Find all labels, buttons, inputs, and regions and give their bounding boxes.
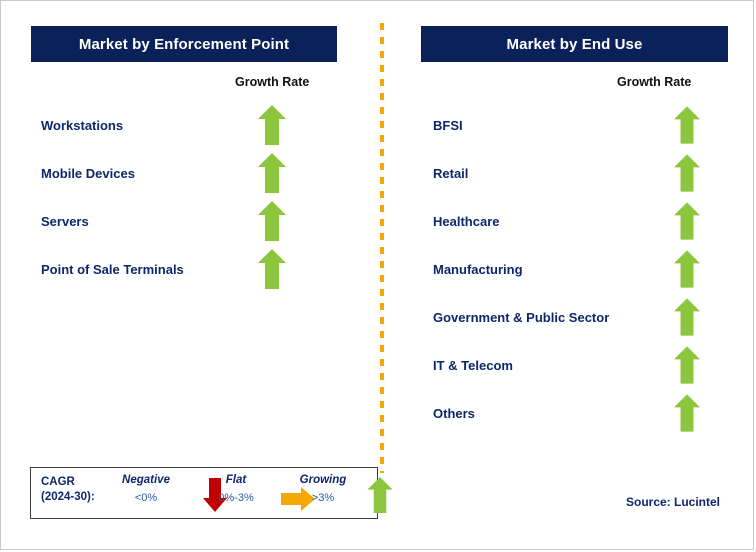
arrow-up-icon bbox=[258, 201, 286, 241]
infographic-canvas: Market by Enforcement Point Growth Rate … bbox=[0, 0, 754, 550]
legend-title-line2: (2024-30): bbox=[41, 491, 95, 503]
arrow-up-icon bbox=[674, 106, 700, 144]
legend-range-flat: 0%-3% bbox=[218, 492, 254, 504]
list-item: Workstations bbox=[1, 101, 369, 149]
list-item: BFSI bbox=[391, 101, 755, 149]
row-list-enforcement-point: Workstations Mobile Devices Servers Poin… bbox=[1, 101, 369, 293]
segment-label: Mobile Devices bbox=[41, 165, 135, 181]
legend-range-growing: >3% bbox=[311, 492, 335, 504]
growth-rate-column-header-left: Growth Rate bbox=[235, 75, 310, 89]
arrow-up-icon bbox=[674, 202, 700, 240]
vertical-dashed-divider bbox=[380, 23, 384, 473]
panel-header-enforcement-point: Market by Enforcement Point bbox=[31, 26, 337, 62]
source-attribution: Source: Lucintel bbox=[626, 495, 721, 509]
segment-label: BFSI bbox=[433, 117, 463, 133]
segment-label: Healthcare bbox=[433, 213, 500, 229]
legend-label-flat: Flat bbox=[225, 474, 247, 486]
arrow-up-icon bbox=[258, 249, 286, 289]
segment-label: Government & Public Sector bbox=[433, 309, 610, 325]
list-item: Servers bbox=[1, 197, 369, 245]
segment-label: Others bbox=[433, 405, 475, 421]
legend-label-negative: Negative bbox=[122, 474, 170, 486]
row-list-end-use: BFSI Retail Healthcare Manufacturing Gov… bbox=[391, 101, 755, 437]
list-item: Manufacturing bbox=[391, 245, 755, 293]
list-item: Point of Sale Terminals bbox=[1, 245, 369, 293]
legend-title: CAGR (2024-30): bbox=[41, 475, 95, 505]
panel-end-use: Market by End Use Growth Rate BFSI Retai… bbox=[391, 1, 755, 549]
legend-item-negative: Negative <0% bbox=[111, 473, 181, 506]
list-item: Retail bbox=[391, 149, 755, 197]
legend-item-growing: Growing >3% bbox=[288, 473, 358, 506]
legend-label-growing: Growing bbox=[299, 474, 347, 486]
list-item: IT & Telecom bbox=[391, 341, 755, 389]
segment-label: Workstations bbox=[41, 117, 124, 133]
arrow-up-icon bbox=[674, 394, 700, 432]
arrow-up-icon bbox=[674, 250, 700, 288]
list-item: Healthcare bbox=[391, 197, 755, 245]
segment-label: IT & Telecom bbox=[433, 357, 513, 373]
list-item: Mobile Devices bbox=[1, 149, 369, 197]
arrow-up-icon bbox=[367, 477, 393, 513]
segment-label: Point of Sale Terminals bbox=[41, 261, 184, 277]
legend-range-negative: <0% bbox=[134, 492, 158, 504]
list-item: Government & Public Sector bbox=[391, 293, 755, 341]
segment-label: Servers bbox=[41, 213, 89, 229]
segment-label: Retail bbox=[433, 165, 469, 181]
legend-item-flat: Flat 0%-3% bbox=[201, 473, 271, 506]
growth-rate-column-header-right: Growth Rate bbox=[617, 75, 692, 89]
segment-label: Manufacturing bbox=[433, 261, 523, 277]
arrow-up-icon bbox=[674, 298, 700, 336]
cagr-legend: CAGR (2024-30): Negative <0% Flat 0%-3% … bbox=[30, 467, 393, 519]
list-item: Others bbox=[391, 389, 755, 437]
arrow-up-icon bbox=[258, 153, 286, 193]
legend-title-line1: CAGR bbox=[41, 476, 75, 488]
arrow-up-icon bbox=[258, 105, 286, 145]
panel-header-end-use: Market by End Use bbox=[421, 26, 728, 62]
arrow-up-icon bbox=[674, 154, 700, 192]
arrow-up-icon bbox=[674, 346, 700, 384]
